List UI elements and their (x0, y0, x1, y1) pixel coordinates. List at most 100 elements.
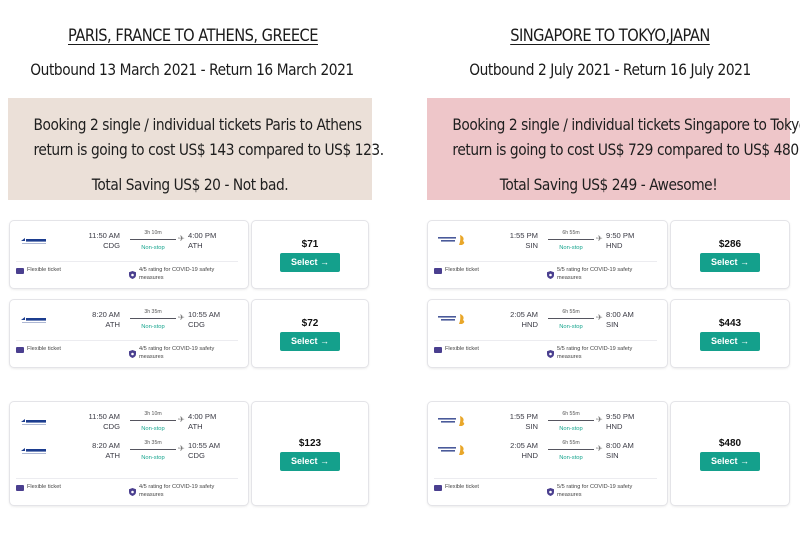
stops-label: Non-stop (559, 245, 583, 251)
price-label: $72 (301, 317, 319, 329)
savings-summary: Booking 2 single / individual tickets Si… (427, 98, 800, 200)
flight-details-card: 2:05 AM HND 6h 55m ✈ Non-stop 8:00 AM SIN Flexi… (428, 300, 667, 367)
shield-icon (547, 483, 554, 496)
airline-logo (438, 414, 468, 426)
airline-logo (438, 312, 468, 324)
shield-icon (129, 483, 136, 496)
airline-logo (438, 233, 468, 245)
arrival-airport: HND (606, 241, 623, 250)
departure-airport: SIN (525, 241, 538, 250)
price-label: $480 (718, 437, 742, 449)
shield-icon (129, 345, 136, 358)
select-button[interactable]: Select → (280, 451, 340, 471)
price-card: $443 Select → (671, 300, 789, 367)
flexible-ticket-icon (434, 485, 442, 491)
stops-label: Non-stop (141, 455, 165, 461)
paris-athens-panel: PARIS, FRANCE TO ATHENS, GREECE Outbound… (0, 0, 400, 534)
savings-summary: Booking 2 single / individual tickets Pa… (8, 98, 384, 200)
shield-icon (547, 266, 554, 279)
flexible-ticket-label: Flexible ticket (445, 267, 479, 273)
select-button[interactable]: Select → (280, 252, 340, 272)
covid-rating: 4/5 rating for COVID-19 safety measures (139, 346, 215, 360)
price-label: $286 (718, 238, 742, 250)
price-label: $123 (298, 437, 322, 449)
flexible-ticket-label: Flexible ticket (445, 484, 479, 490)
select-button[interactable]: Select → (700, 331, 760, 351)
route-line (548, 239, 594, 240)
departure-time: 8:20 AM (92, 441, 120, 450)
select-button[interactable]: Select → (280, 331, 340, 351)
flight-details-card: 8:20 AM ATH 3h 35m ✈ Non-stop 10:55 AM CDG Flex… (10, 300, 248, 367)
flexible-ticket-icon (16, 347, 24, 353)
card-divider (16, 340, 238, 341)
summary-line-1: Booking 2 single / individual tickets Si… (452, 115, 800, 134)
route-title: PARIS, FRANCE TO ATHENS, GREECE (68, 26, 318, 46)
arrival-time: 9:50 PM (606, 412, 635, 421)
summary-line-1: Booking 2 single / individual tickets Pa… (33, 115, 362, 134)
select-button[interactable]: Select → (700, 451, 760, 471)
arrival-time: 4:00 PM (188, 412, 217, 421)
price-card: $71 Select → (252, 221, 368, 288)
shield-icon (129, 266, 136, 279)
flexible-ticket-icon (16, 485, 24, 491)
price-card: $72 Select → (252, 300, 368, 367)
arrival-airport: CDG (188, 320, 205, 329)
departure-airport: CDG (103, 241, 120, 250)
arrival-airport: SIN (606, 451, 619, 460)
flexible-ticket-label: Flexible ticket (445, 346, 479, 352)
arrival-airport: HND (606, 422, 623, 431)
travel-dates: Outbound 2 July 2021 - Return 16 July 20… (469, 60, 751, 79)
price-label: $71 (301, 238, 319, 250)
covid-rating: 4/5 rating for COVID-19 safety measures (139, 267, 215, 281)
flight-duration: 3h 10m (144, 230, 162, 236)
departure-time: 1:55 PM (509, 231, 538, 240)
select-button[interactable]: Select → (700, 252, 760, 272)
airline-logo (20, 233, 50, 244)
shield-icon (547, 345, 554, 358)
card-divider (434, 478, 657, 479)
departure-airport: ATH (105, 451, 120, 460)
stops-label: Non-stop (559, 426, 583, 432)
plane-icon: ✈ (596, 415, 603, 424)
arrival-airport: CDG (188, 451, 205, 460)
route-line (548, 318, 594, 319)
route-title: SINGAPORE TO TOKYO,JAPAN (510, 26, 710, 46)
departure-airport: HND (521, 451, 538, 460)
route-line (130, 239, 176, 240)
flexible-ticket-icon (434, 347, 442, 353)
departure-airport: ATH (105, 320, 120, 329)
arrival-time: 8:00 AM (606, 310, 634, 319)
covid-rating: 5/5 rating for COVID-19 safety measures (557, 346, 633, 360)
plane-icon: ✈ (178, 444, 185, 453)
flight-details-card: 1:55 PM SIN 6h 55m ✈ Non-stop 9:50 PM HND Flexi… (428, 221, 667, 288)
arrival-time: 10:55 AM (188, 441, 221, 450)
departure-time: 2:05 AM (510, 310, 538, 319)
flight-duration: 3h 35m (144, 440, 162, 446)
arrival-time: 9:50 PM (606, 231, 635, 240)
card-divider (16, 261, 238, 262)
flight-details-card: 11:50 AM CDG 3h 10m ✈ Non-stop 4:00 PM ATH Flex… (10, 221, 248, 288)
departure-time: 1:55 PM (509, 412, 538, 421)
arrival-airport: ATH (188, 422, 203, 431)
flight-details-card: 11:50 AM CDG 3h 10m ✈ Non-stop 4:00 PM ATH 8:20… (10, 402, 248, 505)
card-divider (434, 340, 657, 341)
departure-time: 2:05 AM (510, 441, 538, 450)
plane-icon: ✈ (596, 234, 603, 243)
arrival-airport: SIN (606, 320, 619, 329)
covid-rating: 4/5 rating for COVID-19 safety measures (139, 484, 215, 498)
flight-duration: 6h 55m (562, 440, 580, 446)
flight-details-card: 1:55 PM SIN 6h 55m ✈ Non-stop 9:50 PM HND 2:05 … (428, 402, 667, 505)
departure-time: 11:50 AM (88, 412, 120, 421)
arrival-time: 8:00 AM (606, 441, 634, 450)
flexible-ticket-label: Flexible ticket (27, 346, 61, 352)
airline-logo (438, 443, 468, 455)
summary-total-saving: Total Saving US$ 249 - Awesome! (499, 175, 718, 194)
departure-time: 8:20 AM (92, 310, 120, 319)
card-divider (16, 478, 238, 479)
flight-duration: 6h 55m (562, 230, 580, 236)
airline-logo (20, 443, 50, 454)
price-card: $286 Select → (671, 221, 789, 288)
price-label: $443 (718, 317, 742, 329)
card-divider (434, 261, 657, 262)
plane-icon: ✈ (178, 234, 185, 243)
